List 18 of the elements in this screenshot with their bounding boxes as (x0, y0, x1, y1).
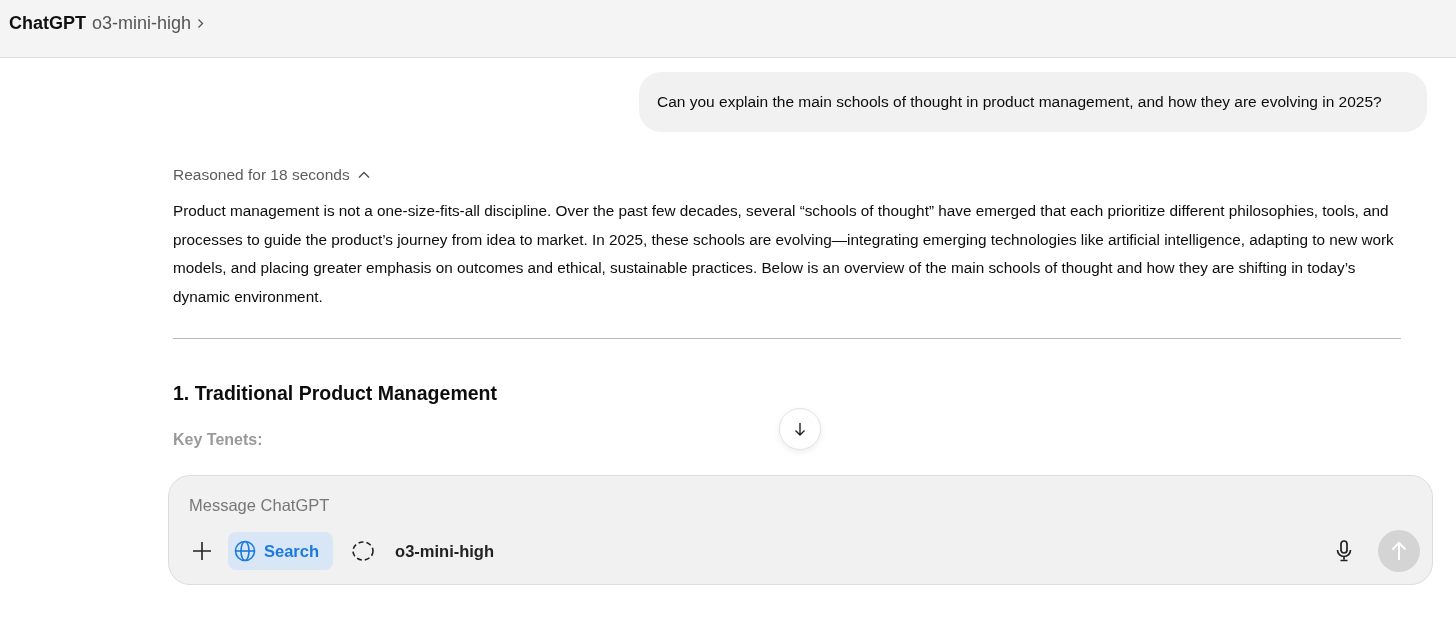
chevron-right-icon (197, 18, 205, 29)
message-input[interactable]: Message ChatGPT (189, 492, 1420, 518)
chevron-icon (357, 171, 370, 179)
dashed-circle-icon (351, 540, 376, 562)
reasoning-toggle[interactable]: Reasoned for 18 seconds (173, 166, 370, 184)
microphone-icon (1336, 540, 1352, 562)
globe-icon (234, 540, 256, 562)
subheading: Key Tenets: (173, 431, 263, 449)
answer-paragraph: Product management is not a one-size-fits-all discipline. Over the past few decades, several “schools of thought” have emerged that each prioritize different philosophies, tools, and processes to guide the product’s journey from idea to market. In 2025, these schools are evolving—integrating emerging technologies like artificial intelligence, adapting to new work models, and placing greater emphasis on outcomes and ethical, sustainable practices. Below is an overview of the main schools of thought and how they are shifting in today’s dynamic environment. (173, 201, 1395, 307)
app-name: ChatGPT (9, 13, 86, 34)
user-message: Can you explain the main schools of thought in product management, and how they are evolving in 2025? (639, 72, 1427, 132)
plus-icon (192, 541, 212, 561)
arrow-up-icon (1391, 541, 1407, 561)
scroll-down-button[interactable] (779, 408, 821, 450)
model-selector[interactable]: o3-mini-high (92, 13, 205, 34)
arrow-down-icon (794, 422, 806, 436)
section-heading: 1. Traditional Product Management (173, 382, 498, 405)
model-label: o3-mini-high (395, 541, 495, 561)
